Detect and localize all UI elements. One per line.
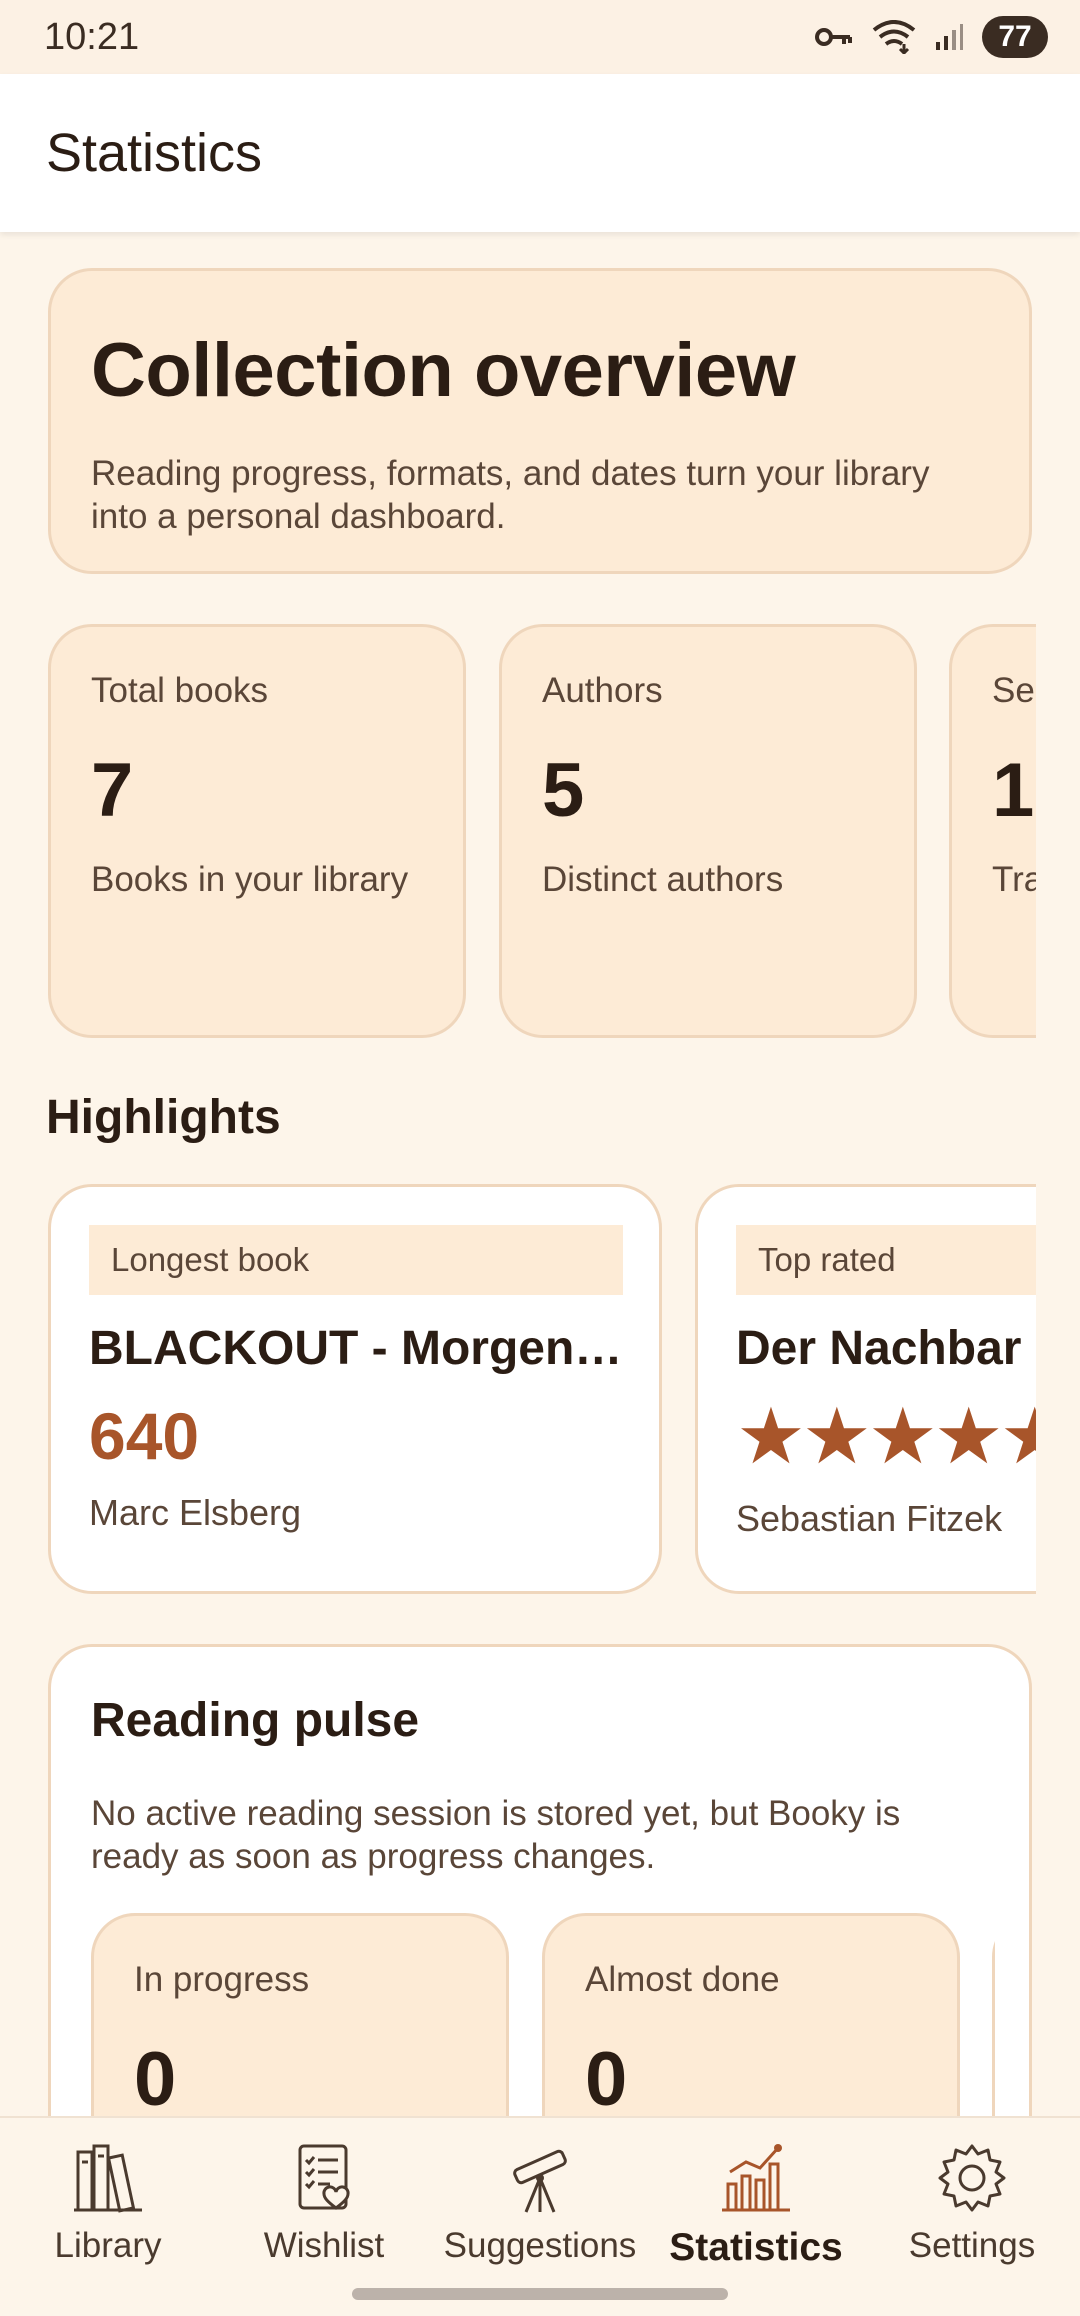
nav-item-wishlist[interactable]: Wishlist (216, 2138, 432, 2266)
overview-description: Reading progress, formats, and dates tur… (91, 454, 930, 536)
nav-item-library[interactable]: Library (0, 2138, 216, 2266)
nav-item-statistics[interactable]: Statistics (648, 2138, 864, 2270)
status-time: 10:21 (44, 15, 140, 58)
stat-label: Authors (542, 671, 663, 710)
stat-card-total-books: Total books 7 Books in your library (48, 624, 466, 1038)
star-rating: ★★★★★ (736, 1392, 1036, 1480)
stat-value: 7 (91, 748, 134, 833)
status-icons: 77 (814, 16, 1048, 58)
app-bar: Statistics (0, 74, 1080, 232)
pulse-card-almost-done: Almost done 0 (542, 1913, 960, 2116)
nav-item-settings[interactable]: Settings (864, 2138, 1080, 2266)
stat-value: 0 (585, 2037, 628, 2116)
collection-overview-card: Collection overview Reading progress, fo… (48, 268, 1032, 574)
nav-item-suggestions[interactable]: Suggestions (432, 2138, 648, 2266)
highlight-book-title: BLACKOUT - Morgen ist es zu spät (89, 1322, 623, 1375)
highlights-heading: Highlights (46, 1091, 281, 1144)
highlight-chip: Top rated (736, 1225, 1036, 1295)
stat-description: Books in your library (91, 860, 409, 899)
nav-label: Wishlist (263, 2226, 385, 2265)
wifi-icon (872, 20, 916, 54)
stat-cards-row[interactable]: Total books 7 Books in your library Auth… (48, 624, 1036, 1042)
highlight-card-top-rated[interactable]: Top rated Der Nachbar ★★★★★ Sebastian Fi… (695, 1184, 1036, 1594)
stat-label: In progress (134, 1960, 310, 1999)
bottom-navigation: Library Wishlist Suggestions Statistics (0, 2116, 1080, 2316)
stat-value: 1 (992, 748, 1035, 833)
reading-pulse-row[interactable]: In progress 0 Almost done 0 (91, 1913, 995, 2116)
reading-pulse-description: No active reading session is stored yet,… (91, 1794, 901, 1876)
nav-label: Settings (908, 2226, 1036, 2265)
chart-icon (722, 2144, 790, 2212)
stat-label: Almost done (585, 1960, 780, 1999)
nav-label: Suggestions (443, 2226, 637, 2265)
wishlist-icon (298, 2144, 350, 2210)
highlight-chip: Longest book (89, 1225, 623, 1295)
battery-indicator: 77 (982, 16, 1048, 58)
statistics-scroll-area[interactable]: Collection overview Reading progress, fo… (0, 232, 1080, 2116)
highlights-row[interactable]: Longest book BLACKOUT - Morgen ist es zu… (48, 1184, 1036, 1604)
overview-title: Collection overview (91, 328, 796, 413)
highlight-page-count: 640 (89, 1399, 200, 1473)
signal-icon (936, 24, 963, 50)
pulse-card-partial (992, 1913, 995, 2116)
highlight-card-longest-book[interactable]: Longest book BLACKOUT - Morgen ist es zu… (48, 1184, 662, 1594)
stat-card-authors: Authors 5 Distinct authors (499, 624, 917, 1038)
highlight-book-title: Der Nachbar (736, 1322, 1022, 1375)
stat-card-series: Ser 1 Tra (949, 624, 1036, 1038)
nav-label: Library (54, 2226, 162, 2265)
highlight-author: Marc Elsberg (89, 1492, 302, 1533)
books-icon (74, 2144, 142, 2213)
status-bar: 10:21 77 (0, 0, 1080, 74)
pulse-card-in-progress: In progress 0 (91, 1913, 509, 2116)
stat-label: Total books (91, 671, 269, 710)
telescope-icon (513, 2149, 567, 2213)
gear-icon (938, 2144, 1006, 2212)
stat-description: Distinct authors (542, 860, 784, 899)
highlight-author: Sebastian Fitzek (736, 1498, 1003, 1539)
vpn-key-icon (815, 28, 852, 46)
gesture-handle[interactable] (352, 2288, 728, 2300)
nav-label: Statistics (669, 2226, 843, 2269)
page-title: Statistics (46, 123, 263, 183)
stat-value: 5 (542, 748, 585, 833)
reading-pulse-card: Reading pulse No active reading session … (48, 1644, 1032, 2116)
stat-label: Ser (992, 671, 1036, 710)
reading-pulse-title: Reading pulse (91, 1694, 420, 1747)
stat-value: 0 (134, 2037, 177, 2116)
stat-description: Tra (992, 860, 1036, 899)
